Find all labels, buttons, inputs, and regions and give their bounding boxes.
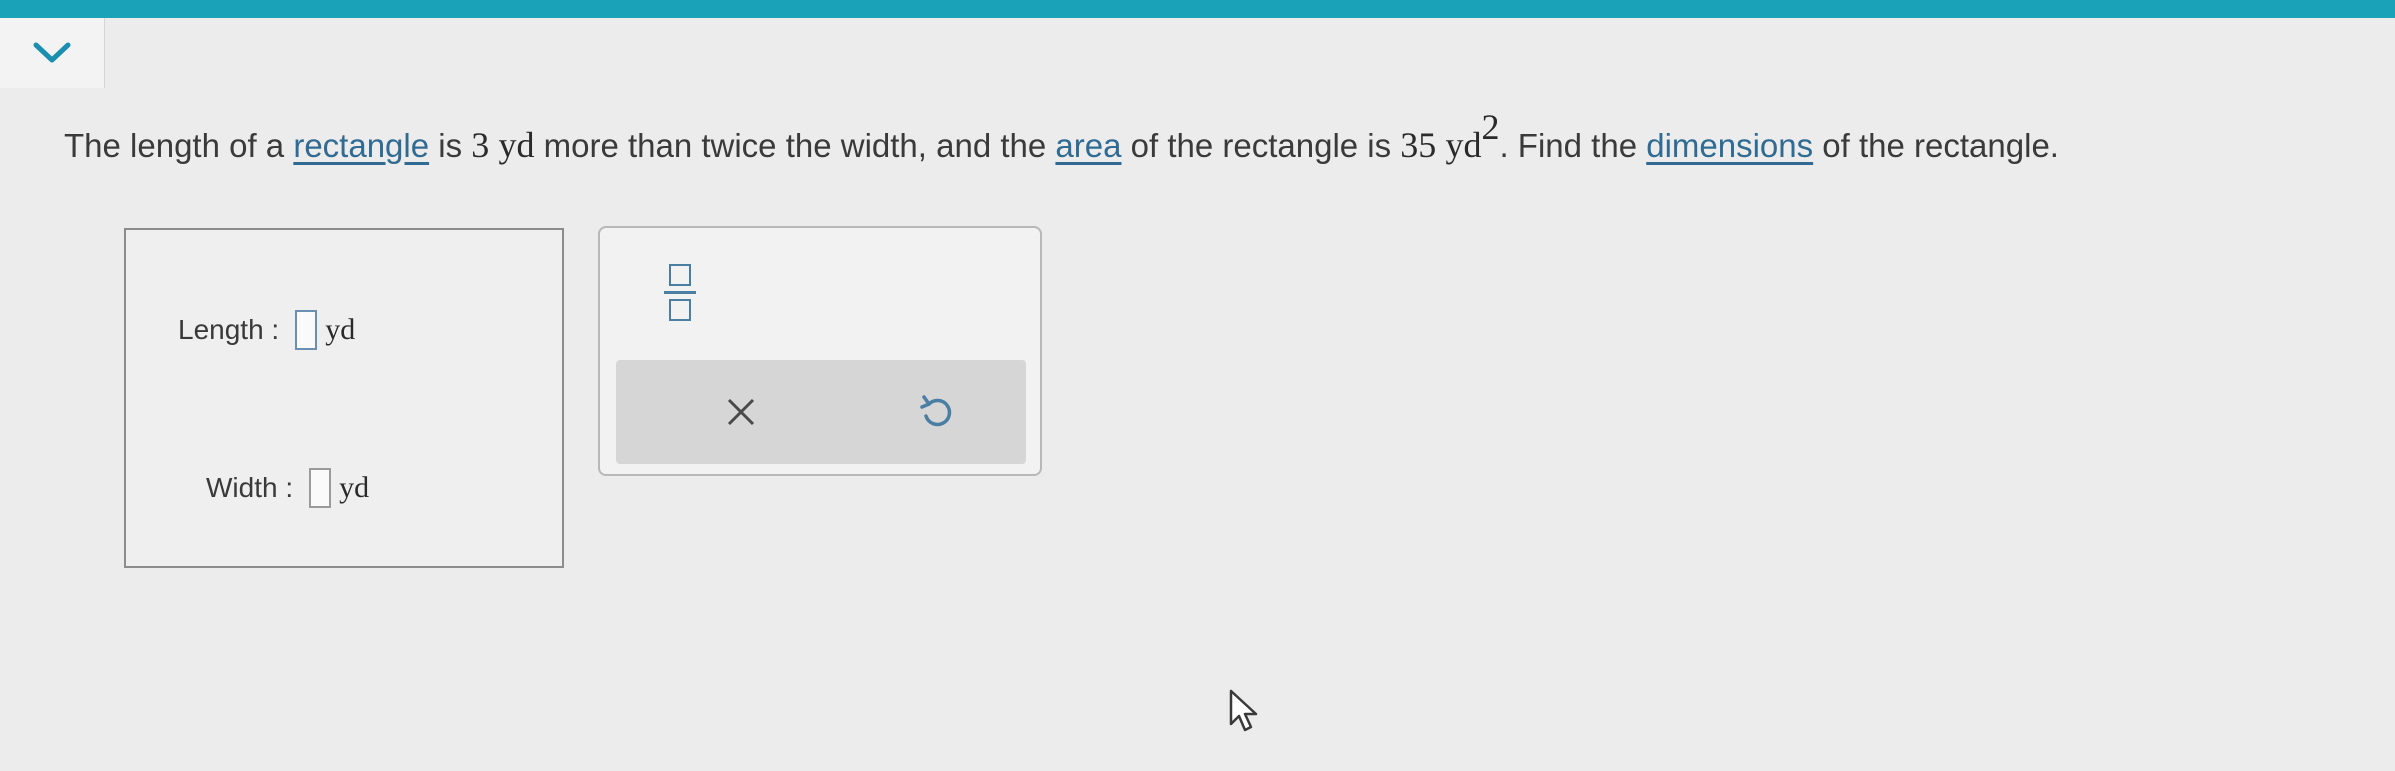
undo-button[interactable] (906, 382, 966, 442)
width-input[interactable] (309, 468, 332, 508)
mouse-pointer-icon (1229, 689, 1258, 732)
question-part1: The length of a (64, 127, 294, 164)
fraction-button[interactable] (660, 256, 700, 328)
area-link[interactable]: area (1055, 127, 1121, 164)
question-part4: of the rectangle is (1121, 127, 1401, 164)
question-part3: more than twice the width, and the (534, 127, 1056, 164)
length-offset-value: 3 (471, 125, 490, 165)
length-input[interactable] (295, 310, 318, 350)
math-tool-panel (598, 226, 1042, 476)
length-row: Length : yd (178, 310, 355, 350)
answer-panel: Length : yd Width : yd (124, 228, 564, 568)
chevron-down-icon (33, 42, 71, 63)
length-label: Length : (178, 314, 280, 345)
undo-icon (920, 395, 952, 427)
area-unit: yd (1445, 125, 1482, 165)
question-part6: of the rectangle. (1813, 127, 2059, 164)
top-bar (0, 0, 2395, 18)
clear-button[interactable] (711, 382, 771, 442)
length-unit: yd (325, 313, 356, 346)
close-icon (727, 398, 755, 426)
question-text: The length of a rectangle is 3 yd more t… (64, 107, 2384, 166)
question-part2: is (429, 127, 472, 164)
fraction-template-icon (669, 263, 691, 286)
dimensions-link[interactable]: dimensions (1646, 127, 1813, 164)
length-offset-unit: yd (498, 125, 535, 165)
fraction-denominator-box (669, 298, 691, 321)
area-exponent: 2 (1481, 107, 1500, 147)
question-part5: . Find the (1499, 127, 1647, 164)
width-unit: yd (339, 471, 370, 504)
collapse-toggle[interactable] (0, 18, 105, 88)
width-label: Width : (206, 472, 294, 503)
rectangle-link[interactable]: rectangle (293, 127, 429, 164)
tool-action-row (616, 360, 1026, 464)
width-row: Width : yd (206, 468, 369, 508)
fraction-bar (664, 290, 696, 294)
area-value: 35 (1400, 125, 1437, 165)
